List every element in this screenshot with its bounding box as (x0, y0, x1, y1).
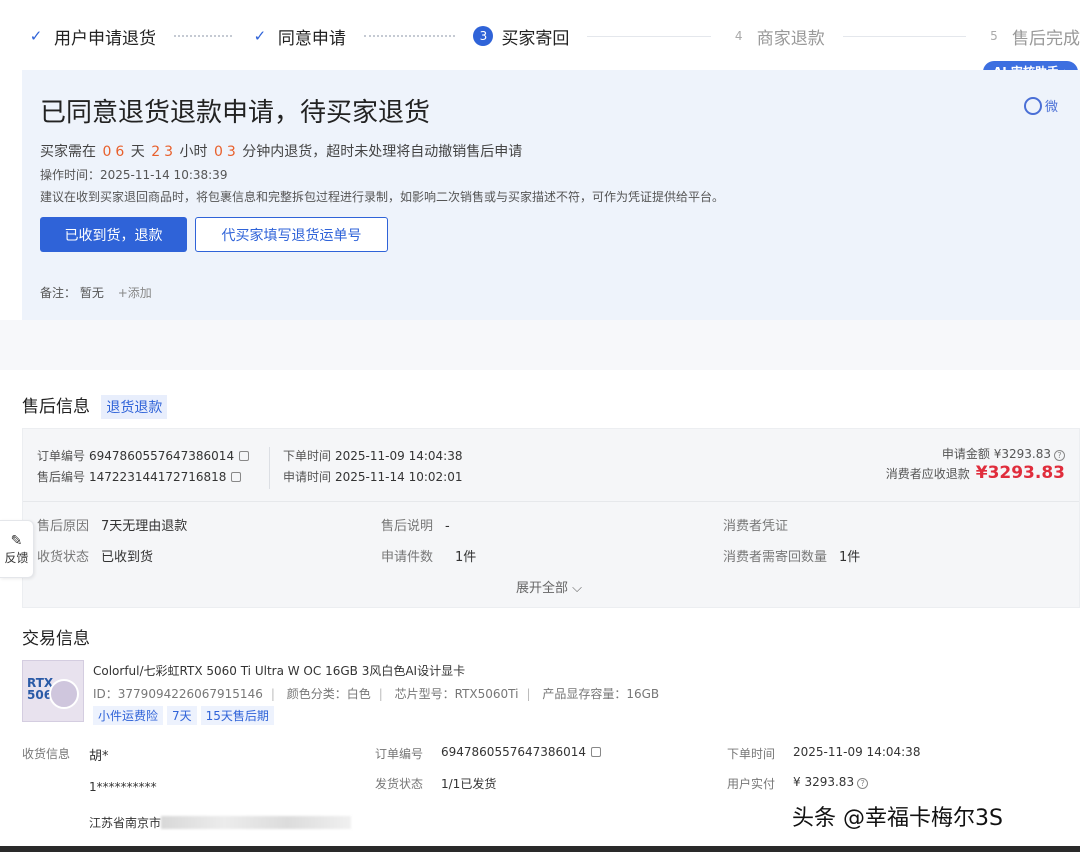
copy-icon[interactable] (239, 451, 250, 461)
step-connector (842, 35, 966, 37)
after-sale-type-tag: 退货退款 (101, 395, 168, 419)
wei-chat-button[interactable]: 微 (1023, 96, 1058, 115)
consumer-voucher: 消费者凭证 (723, 519, 789, 534)
edit-icon: ✎ (10, 532, 23, 549)
check-icon: ✓ (29, 27, 43, 45)
product-attributes: ID：3779094226067915146 | 颜色分类：白色 | 芯片型号：RT… (93, 687, 660, 701)
step-connector (587, 35, 711, 37)
help-icon[interactable]: ? (857, 778, 869, 789)
add-remark-link[interactable]: +添加 (118, 286, 152, 300)
product-thumbnail[interactable]: RTX 5060 Ti (22, 660, 84, 722)
bottom-edge (0, 846, 1080, 852)
receive-status: 收货状态 已收到货 (37, 550, 154, 565)
check-icon: ✓ (253, 27, 267, 45)
trade-order-no: 6947860557647386014 (441, 745, 602, 759)
apply-amount: 申请金额 ¥3293.83? (942, 445, 1065, 462)
trade-order-time: 2025-11-09 14:04:38 (793, 745, 921, 759)
redacted-address (161, 816, 352, 829)
copy-icon[interactable] (231, 472, 242, 482)
product-name[interactable]: Colorful/七彩虹RTX 5060 Ti Ultra W OC 16GB … (93, 662, 465, 679)
paid-amount: ¥ 3293.83? (793, 775, 869, 789)
service-tag: 小件运费险 (93, 706, 164, 725)
step-label: 同意申请 (277, 28, 346, 49)
step-buyer-return: 3 买家寄回 (473, 24, 569, 49)
after-sale-section-title: 售后信息 退货退款 (22, 392, 168, 419)
step-complete: 5 售后完成 (984, 24, 1080, 49)
return-quantity: 消费者需寄回数量 1件 (723, 550, 861, 565)
divider (23, 501, 1079, 502)
consumer-refund: 消费者应收退款 ¥3293.83 (885, 463, 1065, 483)
trade-section-title: 交易信息 (22, 629, 90, 649)
product-tags: 小件运费险 7天 15天售后期 (93, 706, 274, 725)
status-card: 微 已同意退货退款申请，待买家退货 买家需在 06 天 23 小时 03 分钟内… (22, 70, 1080, 320)
service-tag: 7天 (167, 706, 197, 725)
wei-label: 微 (1044, 100, 1058, 115)
watermark: 头条 @幸福卡梅尔3S (792, 806, 1003, 831)
after-sale-reason: 售后原因 7天无理由退款 (37, 519, 188, 534)
apply-time: 申请时间 2025-11-14 10:02:01 (283, 470, 463, 484)
receiver-address: 江苏省南京市 (89, 814, 352, 831)
step-label: 商家退款 (756, 28, 825, 49)
trade-order-no-label: 订单编号 (375, 747, 424, 761)
trade-order-time-label: 下单时间 (727, 747, 776, 761)
receiver-name: 胡* (89, 749, 109, 764)
ship-status: 1/1已发货 (441, 777, 497, 791)
received-refund-button[interactable]: 已收到货，退款 (40, 217, 187, 252)
chat-avatar-icon (1023, 96, 1042, 115)
help-icon[interactable]: ? (1054, 450, 1065, 461)
apply-quantity: 申请件数 1件 (381, 550, 477, 565)
step-label: 售后完成 (1012, 28, 1080, 49)
step-connector (363, 35, 456, 37)
remark: 备注： 暂无 +添加 (40, 286, 152, 300)
refund-amount: ¥3293.83 (975, 463, 1065, 483)
step-label: 买家寄回 (501, 28, 570, 49)
progress-steps: ✓ 用户申请退货 ✓ 同意申请 3 买家寄回 4 商家退款 5 售后完成 (0, 0, 1080, 72)
step-number: 4 (734, 29, 743, 43)
divider (269, 447, 270, 489)
fill-waybill-button[interactable]: 代买家填写退货运单号 (195, 217, 388, 252)
step-merchant-refund: 4 商家退款 (729, 24, 825, 49)
after-sale-number: 售后编号 147223144172716818 (37, 468, 242, 485)
expand-all-button[interactable]: 展开全部 ⌵ (516, 577, 582, 596)
step-apply-return: ✓ 用户申请退货 (26, 24, 156, 49)
receiver-phone: 1********** (89, 780, 157, 794)
paid-label: 用户实付 (727, 777, 776, 791)
feedback-button[interactable]: ✎ 反馈 (0, 520, 34, 578)
order-number: 订单编号 6947860557647386014 (37, 447, 250, 464)
ship-status-label: 发货状态 (375, 777, 424, 791)
step-number: 5 (990, 29, 998, 43)
status-title: 已同意退货退款申请，待买家退货 (40, 98, 431, 128)
return-countdown: 买家需在 06 天 23 小时 03 分钟内退货，超时未处理将自动撤销售后申请 (40, 144, 523, 160)
gpu-fan-icon (49, 679, 79, 709)
after-sale-description: 售后说明 - (381, 519, 450, 534)
receiver-label: 收货信息 (22, 747, 71, 761)
advice-text: 建议在收到买家退回商品时，将包裹信息和完整拆包过程进行录制，如影响二次销售或与买… (40, 190, 725, 204)
after-sale-info-box: 订单编号 6947860557647386014 售后编号 147223144172… (22, 428, 1080, 608)
operation-time: 操作时间：2025-11-14 10:38:39 (40, 168, 228, 182)
step-connector (174, 35, 232, 37)
section-gap (0, 320, 1080, 370)
step-label: 用户申请退货 (54, 28, 156, 49)
copy-icon[interactable] (591, 747, 602, 757)
step-number: 3 (473, 26, 494, 46)
step-agree: ✓ 同意申请 (250, 24, 346, 49)
order-time: 下单时间 2025-11-09 14:04:38 (283, 449, 463, 463)
service-tag: 15天售后期 (200, 706, 274, 725)
